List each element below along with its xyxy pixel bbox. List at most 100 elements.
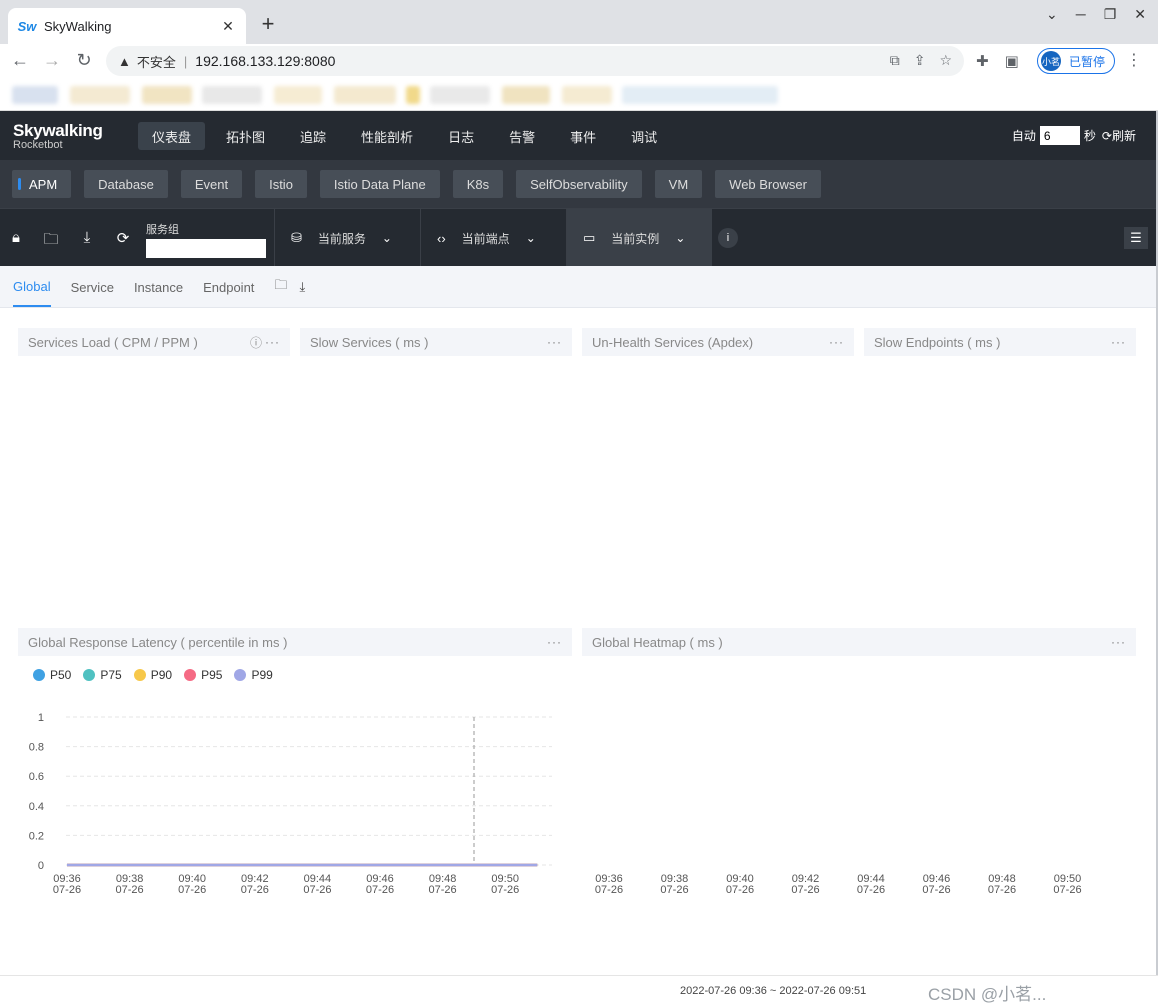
- download-icon[interactable]: ⤓: [299, 279, 305, 295]
- chevron-down-icon: ⌄: [381, 231, 392, 245]
- layer-k8s[interactable]: K8s: [452, 170, 504, 198]
- widget-title: Global Response Latency ( percentile in …: [28, 634, 288, 650]
- legend-item[interactable]: P90: [133, 668, 172, 682]
- tab-service[interactable]: Service: [71, 268, 114, 306]
- instance-select[interactable]: ▭ 当前实例 ⌄: [566, 209, 712, 267]
- chart-legend: P50 P75 P90 P95 P99: [33, 668, 285, 682]
- chevron-down-icon[interactable]: ⌄: [1046, 6, 1058, 23]
- bookmark-blurred[interactable]: [70, 86, 130, 104]
- legend-item[interactable]: P75: [83, 668, 122, 682]
- info-icon[interactable]: ⓘ: [250, 334, 262, 351]
- x-tick-label: 07-26: [53, 884, 81, 896]
- share-icon[interactable]: ⇪: [914, 52, 926, 69]
- layer-apm[interactable]: APM: [12, 170, 72, 198]
- more-icon[interactable]: ···: [265, 335, 280, 349]
- nav-event[interactable]: 事件: [556, 122, 610, 150]
- legend-item[interactable]: P99: [234, 668, 273, 682]
- new-tab-button[interactable]: +: [256, 12, 280, 36]
- more-icon[interactable]: ···: [829, 335, 844, 349]
- nav-trace[interactable]: 追踪: [286, 122, 340, 150]
- browser-tab[interactable]: Sw SkyWalking ✕: [8, 8, 246, 44]
- layer-label: APM: [29, 176, 58, 192]
- service-select-label: 当前服务: [317, 231, 366, 246]
- info-icon[interactable]: i: [718, 228, 738, 248]
- widget-slow-endpoints: Slow Endpoints ( ms ) ···: [864, 328, 1136, 356]
- puzzle-icon[interactable]: ✚: [976, 52, 989, 70]
- more-icon[interactable]: ···: [547, 335, 562, 349]
- legend-item[interactable]: P95: [184, 668, 222, 682]
- bookmark-blurred[interactable]: [502, 86, 550, 104]
- bookmark-star-icon[interactable]: ☆: [939, 52, 952, 69]
- layer-bar: APM Database Event Istio Istio Data Plan…: [0, 160, 1158, 208]
- bookmark-blurred[interactable]: [562, 86, 612, 104]
- refresh-button[interactable]: 刷新: [1112, 127, 1136, 144]
- tab-endpoint[interactable]: Endpoint: [203, 268, 254, 306]
- more-icon[interactable]: ···: [1111, 635, 1126, 649]
- x-tick-label: 07-26: [429, 884, 457, 896]
- latency-line-chart[interactable]: 00.20.40.60.8109:3607-2609:3807-2609:400…: [18, 705, 572, 905]
- interval-input[interactable]: [1039, 126, 1080, 145]
- profile-button[interactable]: 小茗 已暂停: [1037, 48, 1115, 74]
- endpoint-select[interactable]: ‹› 当前端点 ⌄: [420, 209, 566, 267]
- restore-icon[interactable]: ❐: [1104, 6, 1117, 23]
- folder-icon[interactable]: 🗀: [41, 229, 61, 254]
- bookmark-blurred[interactable]: [12, 86, 58, 104]
- sidepanel-icon[interactable]: ▣: [1005, 52, 1019, 70]
- time-range[interactable]: 2022-07-26 09:36 ~ 2022-07-26 09:51: [680, 985, 866, 997]
- heatmap-chart[interactable]: 09:3607-2609:3807-2609:4007-2609:4207-26…: [582, 705, 1136, 905]
- translate-icon[interactable]: ⧉: [890, 52, 900, 69]
- more-icon[interactable]: ···: [547, 635, 562, 649]
- endpoint-select-label: 当前端点: [461, 231, 510, 246]
- layer-database[interactable]: Database: [84, 170, 168, 198]
- nav-profile[interactable]: 性能剖析: [347, 122, 427, 150]
- tab-instance[interactable]: Instance: [134, 268, 183, 306]
- nav-topology[interactable]: 拓扑图: [212, 122, 279, 150]
- x-tick-label: 07-26: [595, 884, 623, 896]
- more-icon[interactable]: ···: [1111, 335, 1126, 349]
- close-window-icon[interactable]: ✕: [1134, 6, 1146, 23]
- address-bar-actions: ⧉ ⇪ ☆: [890, 52, 952, 69]
- outdent-icon[interactable]: ☰: [1124, 227, 1148, 249]
- skywalking-logo[interactable]: Skywalking Rocketbot: [13, 121, 103, 151]
- browser-menu-icon[interactable]: ⋮: [1126, 50, 1142, 70]
- layer-istio[interactable]: Istio: [255, 170, 307, 198]
- bookmark-blurred[interactable]: [142, 86, 192, 104]
- nav-alarm[interactable]: 告警: [495, 122, 549, 150]
- service-group-input[interactable]: [146, 239, 266, 258]
- service-select[interactable]: ⛁ 当前服务 ⌄: [274, 209, 420, 267]
- nav-debug[interactable]: 调试: [617, 122, 671, 150]
- back-icon[interactable]: ←: [4, 50, 36, 71]
- bookmark-blurred[interactable]: [274, 86, 322, 104]
- folder-icon[interactable]: 🗀: [274, 276, 287, 298]
- reload-icon[interactable]: ↻: [68, 50, 100, 71]
- bookmark-blurred[interactable]: [430, 86, 490, 104]
- bookmark-blurred[interactable]: [202, 86, 262, 104]
- layer-vm[interactable]: VM: [654, 170, 703, 198]
- layer-event[interactable]: Event: [180, 170, 243, 198]
- insecure-label: 不安全: [136, 54, 176, 70]
- bookmark-blurred[interactable]: [622, 86, 778, 104]
- lock-icon[interactable]: 🔒︎: [6, 229, 26, 246]
- minimize-icon[interactable]: ─: [1076, 6, 1086, 23]
- refresh-icon[interactable]: ⟳: [1102, 129, 1112, 143]
- widget-title: Services Load ( CPM / PPM ): [28, 334, 198, 350]
- forward-icon[interactable]: →: [36, 50, 68, 71]
- logo-main: Skywalking: [13, 121, 103, 140]
- layer-istio-data-plane[interactable]: Istio Data Plane: [319, 170, 440, 198]
- nav-log[interactable]: 日志: [434, 122, 488, 150]
- bookmark-blurred[interactable]: [334, 86, 396, 104]
- x-tick-label: 07-26: [1053, 884, 1081, 896]
- address-bar[interactable]: ▲ 不安全 | 192.168.133.129:8080 ⧉ ⇪ ☆: [106, 46, 964, 76]
- legend-item[interactable]: P50: [33, 668, 71, 682]
- url-text[interactable]: 192.168.133.129:8080: [195, 53, 335, 69]
- bookmark-blurred[interactable]: [406, 86, 420, 104]
- browser-tabstrip: Sw SkyWalking ✕ + ⌄ ─ ❐ ✕: [0, 0, 1158, 44]
- nav-dashboard[interactable]: 仪表盘: [138, 122, 206, 150]
- close-tab-icon[interactable]: ✕: [220, 18, 236, 35]
- layer-web-browser[interactable]: Web Browser: [715, 170, 821, 198]
- legend-dot: [184, 669, 197, 681]
- reload-icon[interactable]: ⟳: [113, 229, 133, 247]
- download-icon[interactable]: ⤓: [77, 229, 97, 246]
- layer-selfobservability[interactable]: SelfObservability: [516, 170, 642, 198]
- tab-global[interactable]: Global: [13, 267, 51, 307]
